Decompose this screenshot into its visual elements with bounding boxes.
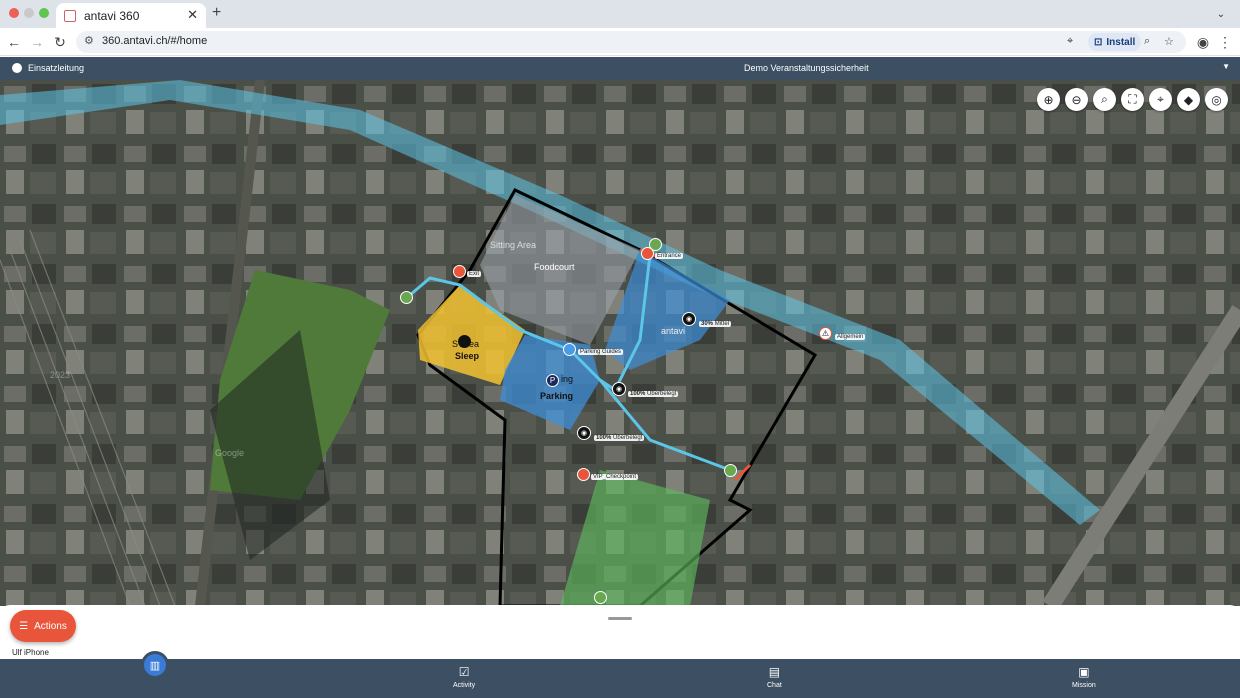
map-watermark-year: 2023: [50, 370, 71, 380]
parking-guides-marker[interactable]: [563, 343, 576, 356]
parking-guides-label: Parking Guides: [578, 349, 624, 355]
checklist-icon: ☑: [458, 665, 470, 679]
search-icon[interactable]: ⌕: [1093, 88, 1116, 111]
site-settings-icon[interactable]: ⚙: [84, 34, 94, 47]
layers-icon[interactable]: ◆: [1177, 88, 1200, 111]
first-aid-marker-icon[interactable]: [724, 464, 737, 477]
vip-checkpoint-marker[interactable]: [577, 468, 590, 481]
bottom-navigation: ☑ Activity ▤ Chat ▣ Mission: [0, 659, 1240, 698]
target-icon[interactable]: ◎: [1205, 88, 1228, 111]
actions-label: Actions: [34, 620, 67, 632]
chat-bubble-icon: ▤: [768, 665, 781, 679]
install-label: Install: [1106, 36, 1136, 48]
map-view[interactable]: Sitting Area Foodcourt S Area Sleep ing …: [0, 80, 1240, 606]
first-aid-marker-icon[interactable]: [594, 591, 607, 604]
browser-tabbar: antavi 360 ✕ + ⌄: [0, 0, 1240, 28]
browser-tab[interactable]: antavi 360 ✕: [56, 3, 206, 28]
area-label-sitting: Sitting Area: [490, 240, 537, 250]
camera-icon[interactable]: ◉: [612, 382, 626, 396]
zoom-icon[interactable]: ⌕: [1144, 35, 1150, 48]
dropdown-caret-icon[interactable]: ▼: [1222, 62, 1230, 71]
camera-occupancy-status: Überbelegt: [613, 435, 643, 441]
event-selector[interactable]: Demo Veranstaltungssicherheit: [744, 63, 869, 73]
sheet-drag-handle[interactable]: [608, 617, 632, 620]
nav-chat-label: Chat: [767, 682, 782, 689]
device-label: Ulf iPhone: [12, 648, 49, 657]
tab-title: antavi 360: [84, 8, 140, 23]
camera-occupancy-label: 100% Überbelegt: [594, 435, 645, 441]
favicon-icon: [64, 9, 76, 22]
camera-icon[interactable]: ◉: [682, 312, 696, 326]
map-icon: ▥: [149, 659, 161, 672]
nav-activity[interactable]: ☑ Activity: [453, 665, 475, 689]
person-icon: [12, 63, 22, 73]
warning-icon[interactable]: ⚠: [819, 327, 832, 340]
app-header: Einsatzleitung Demo Veranstaltungssicher…: [0, 57, 1240, 80]
entrance-label: Entrance: [655, 253, 684, 259]
camera-occupancy-pct: 100%: [596, 435, 612, 441]
browser-menu-icon[interactable]: ⋮: [1216, 33, 1234, 51]
first-aid-marker-icon[interactable]: [400, 291, 413, 304]
camera-occupancy-pct: 100%: [630, 391, 646, 397]
exit-label: Exit: [467, 271, 482, 277]
camera-occupancy-label: 100% Überbelegt: [628, 391, 679, 397]
install-icon: ⊡: [1094, 36, 1103, 48]
map-watermark: Google: [215, 448, 245, 458]
window-minimize-button[interactable]: [24, 8, 34, 18]
location-pin-icon[interactable]: ⌖: [1067, 35, 1073, 48]
area-label-sleep: Sleep: [455, 351, 480, 361]
camera-occupancy-pct: 30%: [701, 321, 714, 327]
nav-mission-label: Mission: [1072, 682, 1096, 689]
forward-arrow-icon[interactable]: →: [28, 33, 46, 51]
zoom-out-icon[interactable]: ⊖: [1065, 88, 1088, 111]
area-label-antavi: antavi: [661, 326, 686, 336]
profile-icon[interactable]: ◉: [1194, 33, 1212, 51]
map-controls: ⊕ ⊖ ⌕ ⛶ ⌖ ◆ ◎: [1037, 88, 1228, 111]
new-tab-button[interactable]: +: [212, 4, 221, 22]
window-close-button[interactable]: [9, 8, 19, 18]
exit-marker[interactable]: [453, 265, 466, 278]
area-label-parking: Parking: [540, 391, 574, 401]
fit-bounds-icon[interactable]: ⛶: [1121, 88, 1144, 111]
camera-occupancy-status: Überbelegt: [647, 391, 677, 397]
user-label: Einsatzleitung: [28, 63, 85, 73]
mission-icon: ▣: [1078, 665, 1090, 679]
map-nav-button[interactable]: ▥: [141, 651, 169, 679]
nav-chat[interactable]: ▤ Chat: [767, 665, 782, 689]
bottom-sheet: ☰ Actions Ulf iPhone: [0, 605, 1240, 659]
camera-icon[interactable]: ◉: [577, 426, 591, 440]
nav-mission[interactable]: ▣ Mission: [1072, 665, 1096, 689]
user-menu[interactable]: Einsatzleitung: [12, 63, 84, 73]
allgemein-label: Allgemein: [835, 334, 866, 340]
nav-activity-label: Activity: [453, 682, 476, 689]
back-arrow-icon[interactable]: ←: [5, 33, 23, 51]
actions-button[interactable]: ☰ Actions: [10, 610, 76, 642]
address-bar[interactable]: ⚙ 360.antavi.ch/#/home ⌖ ⊡ Install ⌕ ☆: [76, 31, 1186, 53]
camera-occupancy-label: 30% Mittel: [699, 321, 732, 327]
list-icon: ☰: [19, 620, 29, 632]
sleep-home-icon[interactable]: [458, 335, 471, 348]
area-label-parking-sub: ing: [561, 374, 574, 384]
locate-icon[interactable]: ⌖: [1149, 88, 1172, 111]
parking-icon[interactable]: P: [546, 374, 559, 387]
tab-search-chevron-icon[interactable]: ⌄: [1212, 5, 1230, 23]
window-maximize-button[interactable]: [39, 8, 49, 18]
zoom-in-icon[interactable]: ⊕: [1037, 88, 1060, 111]
tab-close-icon[interactable]: ✕: [187, 7, 198, 23]
first-aid-marker-icon[interactable]: [649, 238, 662, 251]
vip-checkpoint-label: VIP_Checkpoint: [591, 474, 639, 480]
reload-icon[interactable]: ↻: [51, 33, 69, 51]
area-label-foodcourt: Foodcourt: [534, 262, 575, 272]
url-text[interactable]: 360.antavi.ch/#/home: [102, 35, 207, 47]
camera-occupancy-status: Mittel: [714, 321, 730, 327]
map-canvas[interactable]: [0, 80, 1240, 606]
bookmark-star-icon[interactable]: ☆: [1164, 35, 1174, 48]
install-app-button[interactable]: ⊡ Install: [1088, 33, 1142, 51]
browser-toolbar: ← → ↻ ⚙ 360.antavi.ch/#/home ⌖ ⊡ Install…: [0, 28, 1240, 56]
